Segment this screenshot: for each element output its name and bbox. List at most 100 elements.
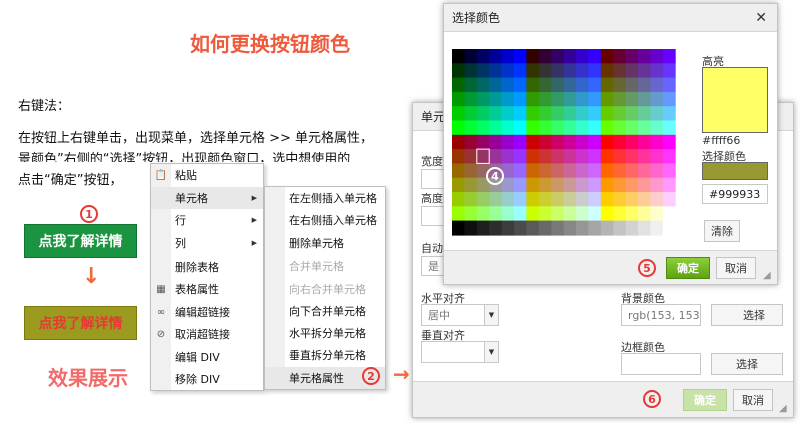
palette-cell[interactable] [563, 63, 577, 79]
palette-cell[interactable] [551, 149, 565, 164]
palette-cell[interactable] [501, 120, 515, 136]
color-cancel-button[interactable]: 取消 [716, 257, 756, 279]
palette-cell[interactable] [625, 134, 639, 150]
palette-cell[interactable] [464, 192, 478, 207]
palette-cell[interactable] [489, 106, 503, 121]
palette-cell[interactable] [650, 163, 664, 179]
palette-cell[interactable] [538, 206, 552, 222]
palette-cell[interactable] [476, 77, 490, 93]
palette-gray-cell[interactable] [514, 220, 527, 236]
palette-cell[interactable] [625, 163, 639, 179]
palette-cell[interactable] [514, 134, 527, 150]
palette-cell[interactable] [638, 134, 651, 150]
palette-cell[interactable] [613, 149, 627, 164]
auto-select[interactable]: 是 [421, 256, 445, 276]
resize-grip-icon[interactable]: ◢ [779, 403, 789, 414]
menu-item-delete-table[interactable]: 删除表格 [151, 256, 263, 278]
palette-cell[interactable] [600, 49, 614, 64]
palette-cell[interactable] [452, 192, 465, 207]
palette-cell[interactable] [576, 49, 589, 64]
palette-cell[interactable] [551, 134, 565, 150]
palette-cell[interactable] [501, 206, 515, 222]
palette-cell[interactable] [464, 77, 478, 93]
palette-cell[interactable] [514, 120, 527, 136]
close-icon[interactable]: ✕ [755, 10, 767, 26]
palette-cell[interactable] [501, 149, 515, 164]
palette-cell[interactable] [600, 77, 614, 93]
palette-cell[interactable] [588, 63, 602, 79]
palette-cell[interactable] [514, 149, 527, 164]
palette-cell[interactable] [538, 91, 552, 107]
palette-cell[interactable] [452, 77, 465, 93]
palette-cell[interactable] [526, 63, 540, 79]
palette-cell[interactable] [625, 63, 639, 79]
palette-cell[interactable] [563, 77, 577, 93]
palette-gray-cell[interactable] [638, 220, 651, 236]
menu-item-row[interactable]: 行 ▶ [151, 209, 263, 231]
palette-cell[interactable] [464, 134, 478, 150]
palette-cell[interactable] [538, 177, 552, 193]
palette-cell[interactable] [600, 106, 614, 121]
palette-cell[interactable] [563, 149, 577, 164]
palette-cell[interactable] [526, 192, 540, 207]
submenu-split-v[interactable]: 垂直拆分单元格 [265, 344, 385, 366]
palette-cell[interactable] [452, 177, 465, 193]
palette-cell[interactable] [489, 206, 503, 222]
palette-cell[interactable] [538, 77, 552, 93]
palette-cell[interactable] [476, 63, 490, 79]
palette-cell[interactable] [625, 177, 639, 193]
palette-cell[interactable] [476, 134, 490, 150]
palette-cell[interactable] [613, 77, 627, 93]
palette-cell[interactable] [551, 163, 565, 179]
demo-button-before[interactable]: 点我了解详情 [24, 224, 137, 258]
palette-cell[interactable] [501, 177, 515, 193]
palette-cell[interactable] [600, 91, 614, 107]
palette-cell[interactable] [625, 106, 639, 121]
palette-cell[interactable] [613, 134, 627, 150]
palette-cell[interactable] [464, 91, 478, 107]
palette-cell[interactable] [650, 120, 664, 136]
palette-cell[interactable] [638, 149, 651, 164]
palette-cell[interactable] [662, 134, 676, 150]
palette-cell[interactable] [464, 120, 478, 136]
palette-cell[interactable] [588, 177, 602, 193]
palette-gray-cell[interactable] [464, 220, 478, 236]
palette-cell[interactable] [526, 77, 540, 93]
palette-gray-cell[interactable] [476, 220, 490, 236]
palette-cell[interactable] [613, 91, 627, 107]
palette-cell[interactable] [514, 163, 527, 179]
menu-item-table-props[interactable]: ▦ 表格属性 [151, 278, 263, 300]
palette-cell[interactable] [452, 120, 465, 136]
palette-cell[interactable] [638, 206, 651, 222]
palette-cell[interactable] [650, 149, 664, 164]
palette-cell[interactable] [452, 91, 465, 107]
palette-cell[interactable] [526, 106, 540, 121]
palette-cell[interactable] [501, 77, 515, 93]
palette-gray-cell[interactable] [650, 220, 664, 236]
palette-cell[interactable] [588, 91, 602, 107]
palette-cell[interactable] [526, 120, 540, 136]
props-ok-button[interactable]: 确定 [683, 389, 727, 411]
palette-gray-cell[interactable] [452, 220, 465, 236]
menu-item-edit-link[interactable]: ∞ 编辑超链接 [151, 301, 263, 323]
palette-cell[interactable] [613, 49, 627, 64]
palette-cell[interactable] [662, 192, 676, 207]
height-input[interactable] [421, 206, 445, 226]
palette-cell[interactable] [588, 206, 602, 222]
color-ok-button[interactable]: 确定 [666, 257, 710, 279]
palette-cell[interactable] [514, 206, 527, 222]
palette-cell[interactable] [514, 177, 527, 193]
palette-cell[interactable] [625, 77, 639, 93]
palette-cell[interactable] [588, 149, 602, 164]
menu-item-remove-div[interactable]: 移除 DIV [151, 368, 263, 390]
bg-color-input[interactable]: rgb(153, 153, ( [621, 304, 701, 326]
palette-cell[interactable] [501, 192, 515, 207]
palette-cell[interactable] [600, 120, 614, 136]
palette-cell[interactable] [613, 192, 627, 207]
palette-cell[interactable] [576, 77, 589, 93]
palette-cell[interactable] [452, 163, 465, 179]
palette-cell[interactable] [501, 134, 515, 150]
palette-cell[interactable] [489, 149, 503, 164]
palette-cell[interactable] [576, 120, 589, 136]
palette-cell[interactable] [576, 106, 589, 121]
